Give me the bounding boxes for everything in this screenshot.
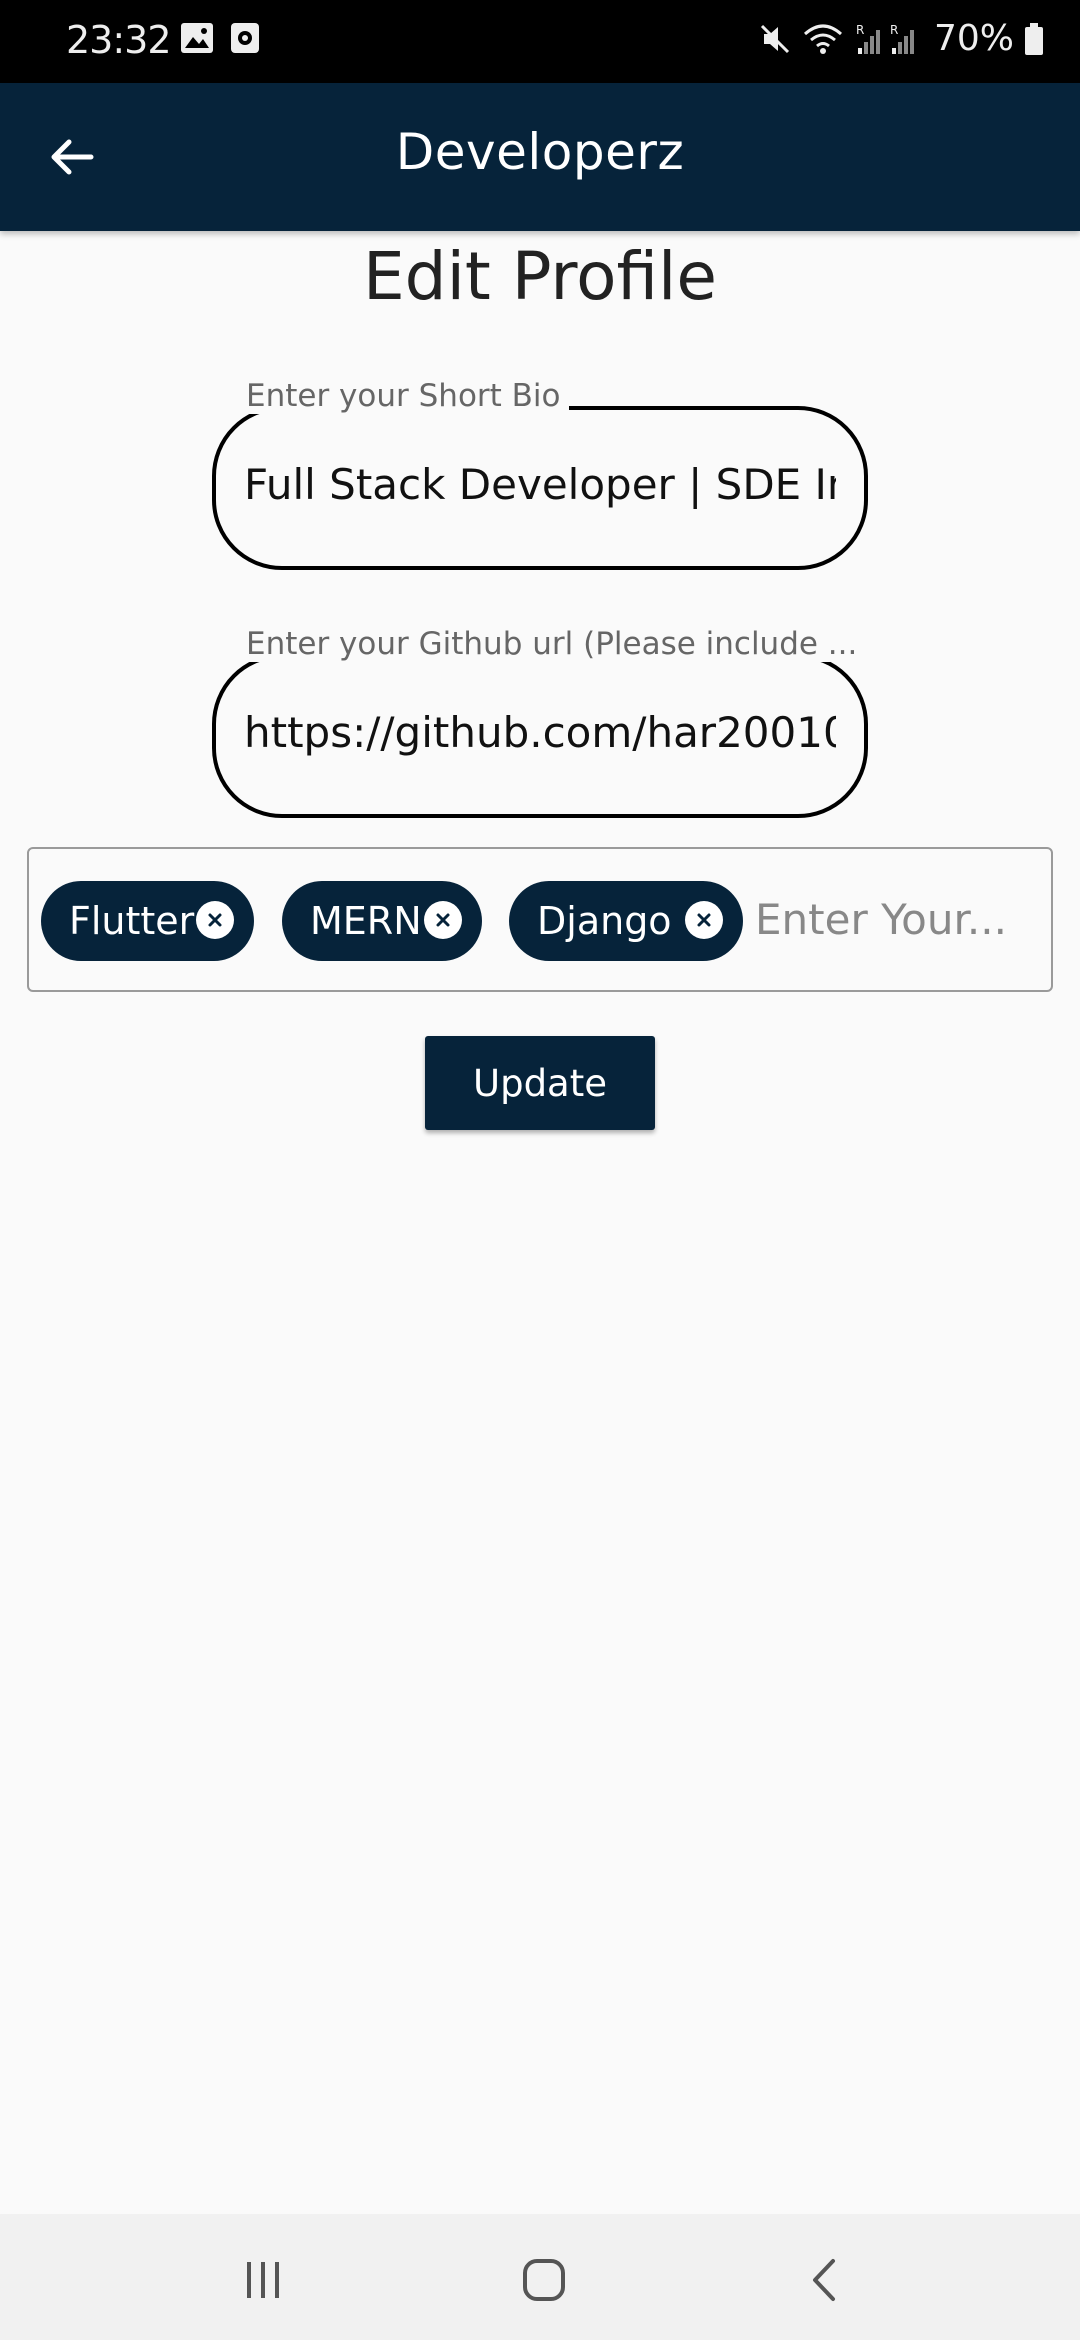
tag-chip-flutter: Flutter (41, 881, 254, 961)
app-title: Developerz (395, 123, 685, 181)
signal-icon: RR (854, 22, 924, 56)
github-url-field[interactable]: Enter your Github url (Please include ..… (212, 626, 868, 818)
home-button[interactable] (514, 2252, 574, 2312)
status-time: 23:32 (66, 18, 172, 62)
chip-remove-icon[interactable] (424, 901, 462, 939)
svg-text:R: R (856, 23, 864, 37)
back-nav-button[interactable] (795, 2252, 855, 2312)
mute-icon (758, 22, 792, 56)
bio-field[interactable]: Enter your Short Bio Full Stack Develope… (212, 378, 868, 570)
tag-chip-django: Django (509, 881, 743, 961)
battery-icon (1024, 22, 1044, 56)
home-icon (521, 2257, 567, 2307)
chip-remove-icon[interactable] (196, 901, 234, 939)
tag-chip-label: Django (537, 899, 672, 943)
app-bar: Developerz (0, 83, 1080, 231)
battery-percent: 70% (933, 18, 1014, 59)
update-button[interactable]: Update (425, 1036, 655, 1130)
page-title: Edit Profile (362, 238, 717, 315)
gallery-icon (180, 22, 214, 58)
recent-apps-button[interactable] (233, 2252, 293, 2312)
tag-chip-mern: MERN (282, 881, 482, 961)
tags-input-placeholder[interactable]: Enter Your... (755, 895, 1007, 944)
tag-chip-label: MERN (310, 899, 422, 943)
github-url-field-label: Enter your Github url (Please include ..… (238, 626, 866, 662)
skills-tags-input[interactable]: Flutter MERN Django Enter Your... (27, 847, 1053, 992)
chevron-left-icon (805, 2257, 845, 2307)
tag-chip-label: Flutter (69, 899, 195, 943)
chip-remove-icon[interactable] (685, 901, 723, 939)
svg-text:R: R (890, 23, 898, 37)
system-nav-bar (0, 2214, 1080, 2340)
bio-field-label: Enter your Short Bio (238, 378, 569, 414)
wifi-icon (802, 22, 844, 56)
github-url-field-value[interactable]: https://github.com/har20010 (244, 708, 836, 757)
status-bar: 23:32 RR 70% (0, 0, 1080, 83)
bio-field-value[interactable]: Full Stack Developer | SDE Inte (244, 460, 836, 509)
recent-apps-icon (241, 2258, 285, 2306)
screen-record-icon (230, 22, 260, 58)
